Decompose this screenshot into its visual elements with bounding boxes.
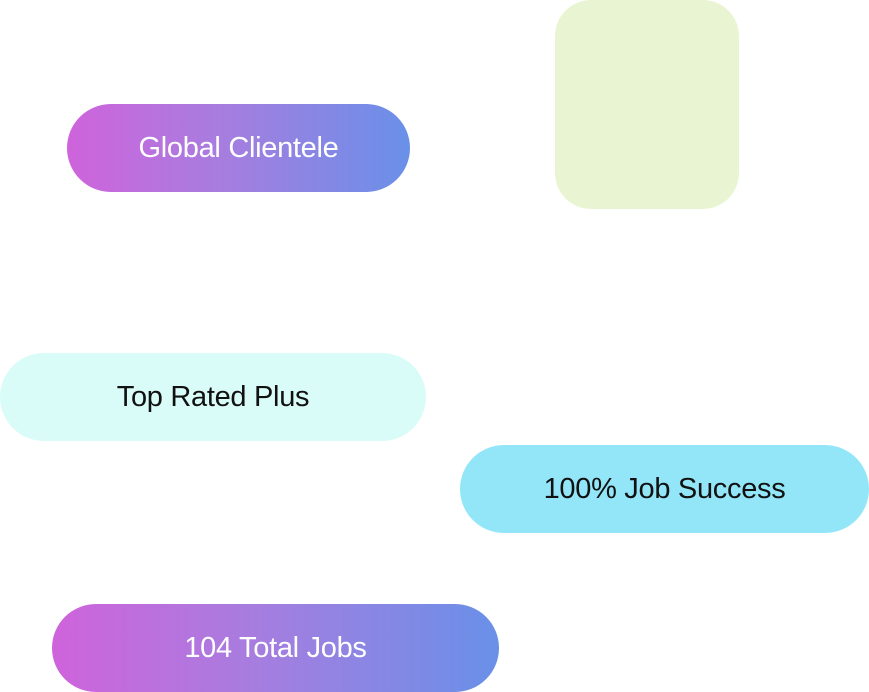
top-rated-plus-label: Top Rated Plus bbox=[116, 380, 310, 413]
decorative-card bbox=[555, 0, 739, 209]
job-success-label: 100% Job Success bbox=[543, 472, 786, 505]
top-rated-plus-badge: Top Rated Plus bbox=[0, 353, 426, 441]
total-jobs-label: 104 Total Jobs bbox=[184, 631, 367, 664]
job-success-badge: 100% Job Success bbox=[460, 445, 869, 533]
global-clientele-badge: Global Clientele bbox=[67, 104, 410, 192]
total-jobs-badge: 104 Total Jobs bbox=[52, 604, 499, 692]
global-clientele-label: Global Clientele bbox=[138, 131, 339, 164]
